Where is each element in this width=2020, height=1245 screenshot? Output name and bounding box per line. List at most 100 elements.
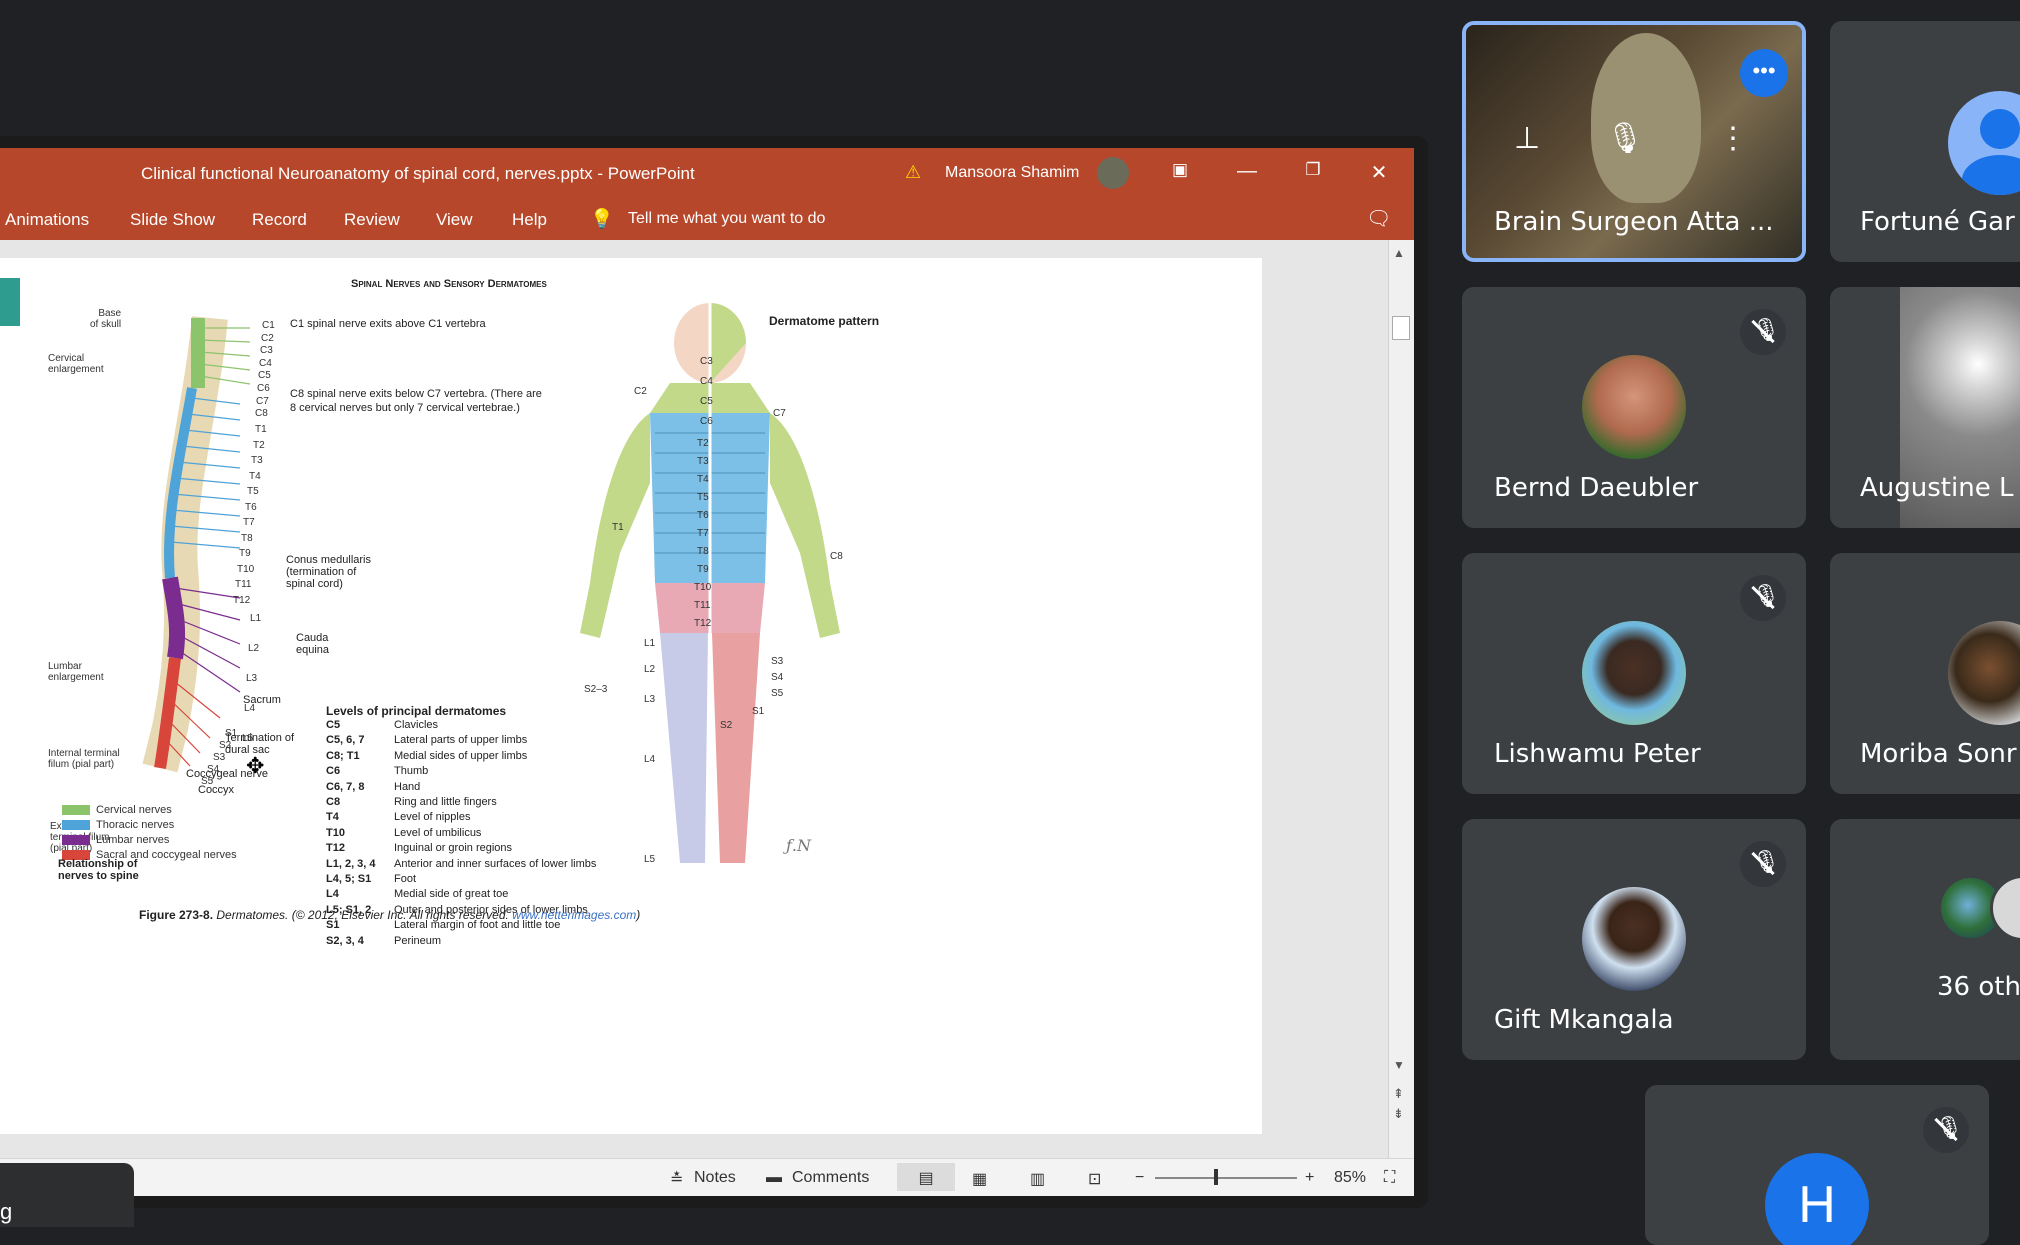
participant-name: Bernd Daeubler — [1494, 473, 1699, 503]
participant-tile[interactable]: 🎙 Bernd Daeubler — [1462, 287, 1806, 528]
status-bar: ≛ Notes ▬ Comments ▤ ▦ ▥ ⊡ − + 85% ⛶ — [0, 1158, 1414, 1196]
more-options-icon[interactable]: ••• — [1740, 49, 1788, 97]
slide-sorter-icon[interactable]: ▦ — [972, 1169, 987, 1189]
minimize-icon[interactable]: — — [1232, 160, 1262, 183]
default-avatar-icon — [1948, 91, 2020, 195]
restore-icon[interactable]: ❐ — [1298, 160, 1328, 180]
pin-icon[interactable]: ⊥ — [1514, 121, 1540, 156]
level-code: T10 — [326, 826, 345, 839]
spine-label: C7 — [256, 395, 269, 407]
level-code: C6, 7, 8 — [326, 780, 365, 793]
tab-view[interactable]: View — [436, 210, 473, 230]
zoom-slider-thumb[interactable] — [1214, 1169, 1218, 1185]
zoom-level[interactable]: 85% — [1334, 1169, 1366, 1187]
level-code: C8; T1 — [326, 749, 360, 762]
participant-tile[interactable]: Fortuné Gar — [1830, 21, 2020, 262]
notes-icon[interactable]: ≛ — [670, 1169, 683, 1189]
spine-label: T7 — [243, 517, 255, 528]
taskbar-button[interactable]: g — [0, 1163, 134, 1227]
spinal-cord-illustration — [142, 316, 251, 773]
others-count: 36 oth — [1937, 972, 2020, 1002]
participant-tile[interactable]: 🎙 H — [1645, 1085, 1989, 1245]
comments-button[interactable]: Comments — [792, 1169, 869, 1187]
zoom-in-icon[interactable]: + — [1305, 1169, 1314, 1187]
tell-me-search[interactable]: Tell me what you want to do — [628, 210, 825, 228]
tab-slide-show[interactable]: Slide Show — [130, 210, 215, 230]
label-internal-terminal: Internal terminal filum (pial part) — [48, 748, 120, 770]
spine-label: T5 — [247, 486, 259, 497]
caption-link[interactable]: www.netterimages.com — [512, 908, 636, 922]
dermatome-label: T12 — [694, 618, 712, 629]
scroll-thumb[interactable] — [1392, 316, 1410, 340]
dermatome-body-illustration — [580, 303, 840, 873]
level-description: Level of umbilicus — [394, 826, 482, 839]
dermatome-label: L3 — [644, 694, 656, 705]
participant-tile[interactable]: 🎙 Lishwamu Peter — [1462, 553, 1806, 794]
reading-view-icon[interactable]: ▥ — [1030, 1169, 1045, 1189]
tab-review[interactable]: Review — [344, 210, 400, 230]
warning-icon[interactable]: ⚠ — [905, 162, 921, 183]
participant-avatar — [1582, 887, 1686, 991]
microphone-icon[interactable]: 🎙 — [1606, 121, 1644, 156]
tab-help[interactable]: Help — [512, 210, 547, 230]
spine-label: C8 — [255, 408, 268, 420]
ribbon-display-icon[interactable]: ▣ — [1165, 160, 1195, 180]
tab-record[interactable]: Record — [252, 210, 307, 230]
level-description: Clavicles — [394, 719, 439, 731]
next-slide-icon[interactable]: ⇟ — [1393, 1106, 1404, 1122]
dermatome-label: C4 — [700, 376, 713, 387]
spine-label: T10 — [237, 563, 255, 575]
scroll-up-icon[interactable]: ▲ — [1393, 246, 1405, 260]
dermatome-label: C2 — [634, 386, 647, 397]
dermatome-label: C3 — [700, 356, 713, 367]
muted-mic-icon: 🎙 — [1740, 841, 1786, 887]
fit-to-window-icon[interactable]: ⛶ — [1384, 1169, 1395, 1187]
level-code: T12 — [326, 842, 345, 855]
legend-caption: Relationship of nerves to spine — [58, 858, 139, 882]
spine-label: T12 — [233, 594, 251, 606]
zoom-out-icon[interactable]: − — [1135, 1169, 1144, 1187]
label-cervical-enlargement: Cervical enlargement — [48, 353, 104, 375]
participant-tile[interactable]: 🎙 Gift Mkangala — [1462, 819, 1806, 1060]
comment-icon[interactable]: 🗨 — [1366, 206, 1391, 231]
notes-button[interactable]: Notes — [694, 1169, 736, 1187]
user-avatar[interactable] — [1097, 157, 1129, 189]
spine-label: T8 — [241, 532, 253, 544]
legend-label: Lumbar nerves — [96, 834, 170, 846]
slide-show-icon[interactable]: ⊡ — [1088, 1169, 1101, 1189]
dermatome-label: S1 — [752, 706, 765, 717]
dermatome-label: T2 — [697, 438, 709, 449]
scroll-down-icon[interactable]: ▼ — [1393, 1058, 1405, 1072]
note-c8-line2: 8 cervical nerves but only 7 cervical ve… — [290, 402, 520, 414]
others-tile[interactable]: 36 oth — [1830, 819, 2020, 1060]
dermatome-label: T1 — [612, 522, 624, 533]
dermatome-label: S4 — [771, 672, 784, 683]
dermatome-label: C5 — [700, 396, 713, 407]
zoom-slider[interactable] — [1155, 1177, 1297, 1179]
normal-view-icon[interactable]: ▤ — [897, 1163, 955, 1191]
vertical-scrollbar[interactable]: ▲ ▼ ⇞ ⇟ — [1388, 240, 1414, 1158]
participant-tile[interactable]: Moriba Sonr — [1830, 553, 2020, 794]
participant-name: Augustine L — [1860, 473, 2014, 503]
dermatome-label: T11 — [694, 600, 711, 611]
spine-label: T4 — [249, 470, 261, 482]
previous-slide-icon[interactable]: ⇞ — [1393, 1086, 1404, 1102]
tab-animations[interactable]: Animations — [5, 210, 89, 230]
level-description: Inguinal or groin regions — [394, 842, 513, 855]
dermatome-label: S2 — [720, 720, 733, 731]
levels-title: Levels of principal dermatomes — [326, 704, 507, 718]
close-icon[interactable]: ✕ — [1364, 160, 1394, 185]
participant-avatar — [1582, 621, 1686, 725]
powerpoint-window: Clinical functional Neuroanatomy of spin… — [0, 136, 1428, 1208]
dermatome-label: S2–3 — [584, 684, 608, 695]
comments-icon[interactable]: ▬ — [766, 1169, 782, 1187]
level-description: Hand — [394, 780, 421, 793]
legend-item: Thoracic nerves — [62, 819, 174, 831]
participant-tile-active[interactable]: ••• ⊥ 🎙 ⋮ Brain Surgeon Atta ... — [1462, 21, 1806, 262]
participant-tile[interactable]: Augustine L — [1830, 287, 2020, 528]
spine-label: C1 — [262, 320, 275, 331]
note-c8-line1: C8 spinal nerve exits below C7 vertebra.… — [290, 388, 542, 400]
level-code: C5, 6, 7 — [326, 734, 365, 747]
user-name[interactable]: Mansoora Shamim — [945, 164, 1079, 182]
tile-menu-icon[interactable]: ⋮ — [1718, 121, 1748, 156]
